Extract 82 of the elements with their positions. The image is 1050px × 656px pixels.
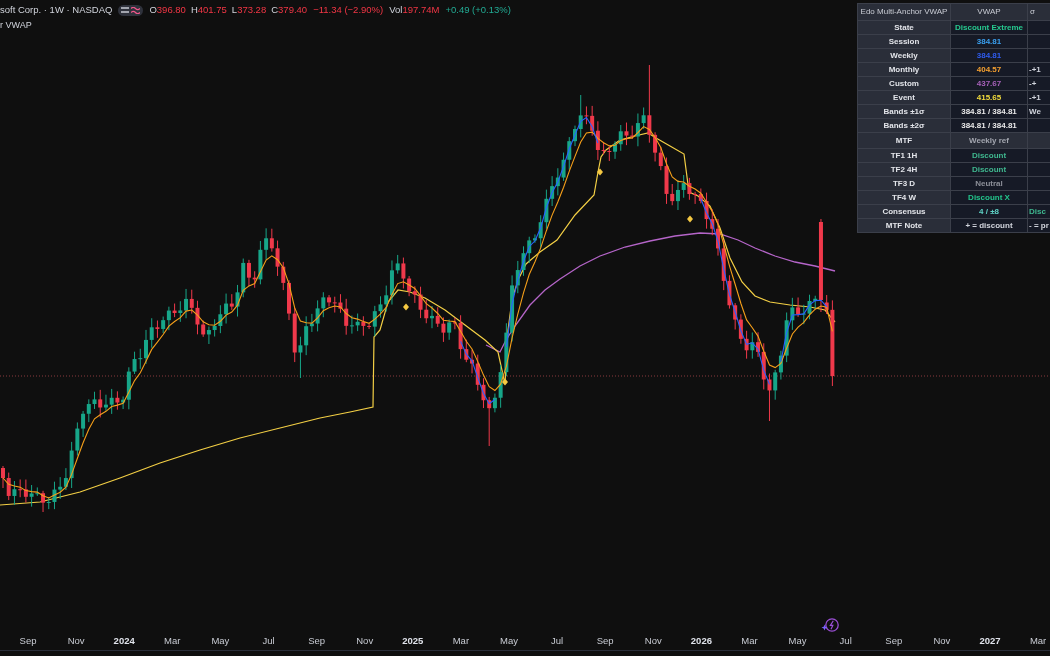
ohlc-label: C (271, 4, 279, 16)
axis-label: Jul (551, 635, 564, 647)
table-cell: 415.65 (951, 91, 1027, 104)
indicator-name[interactable]: r VWAP (0, 19, 32, 31)
volume-change: +0.49 (+0.13%) (445, 4, 511, 16)
symbol-title[interactable]: soft Corp. · 1W · NASDAQ (0, 4, 113, 16)
table-cell: Disc (1028, 205, 1050, 218)
table-cell: + = discount (951, 219, 1027, 232)
diamond-marker-icon (403, 303, 409, 311)
volume-value: 197.74M (402, 4, 440, 16)
table-cell: Discount (951, 149, 1027, 162)
table-cell: -+1 (1028, 91, 1050, 104)
table-cell: 404.57 (951, 63, 1027, 76)
column-header: Edo Multi-Anchor VWAP (858, 4, 950, 20)
table-cell: - = pr (1028, 219, 1050, 232)
status-pill[interactable] (118, 4, 144, 16)
axis-label: Sep (19, 635, 37, 647)
row-header: Consensus (858, 205, 950, 218)
row-header: Weekly (858, 49, 950, 62)
axis-label: Nov (67, 635, 85, 647)
table-cell: -+1 (1028, 63, 1050, 76)
price-change: −11.34 (−2.90%) (313, 4, 384, 16)
ohlc-value: 379.40 (278, 4, 308, 16)
row-header: TF2 4H (858, 163, 950, 176)
axis-label: Mar (164, 635, 181, 647)
axis-label: May (500, 635, 518, 647)
axis-label: Nov (933, 635, 951, 647)
table-cell: We (1028, 105, 1050, 118)
table-cell: -+ (1028, 77, 1050, 90)
row-header: TF4 W (858, 191, 950, 204)
table-cell: 384.81 / 384.81 (951, 105, 1027, 118)
table-cell: 384.81 (951, 35, 1027, 48)
table-cell: Weekly ref (951, 133, 1027, 148)
ohlc-value: 401.75 (197, 4, 227, 16)
row-header: Bands ±1σ (858, 105, 950, 118)
ohlc-label: O (149, 4, 157, 16)
axis-label: 2027 (979, 635, 1001, 647)
axis-label: Sep (308, 635, 326, 647)
equals-icon (121, 7, 130, 13)
axis-label: May (211, 635, 230, 647)
lightning-icon[interactable] (821, 617, 839, 633)
ohlc-label: L (231, 4, 238, 16)
table-cell: Discount X (951, 191, 1027, 204)
column-header: σ (1028, 4, 1050, 20)
table-cell: 4 / ±8 (951, 205, 1027, 218)
ohlc-value: 373.28 (237, 4, 267, 16)
table-cell: Discount Extreme (951, 21, 1027, 34)
approx-icon (131, 6, 141, 14)
table-cell: 437.67 (951, 77, 1027, 90)
row-header: TF1 1H (858, 149, 950, 162)
column-header: VWAP (951, 4, 1027, 20)
axis-label: 2026 (690, 635, 712, 647)
axis-label: May (788, 635, 807, 647)
axis-label: Jul (839, 635, 852, 647)
axis-label: Mar (741, 635, 758, 647)
table-cell: Neutral (951, 177, 1027, 190)
table-cell: 384.81 / 384.81 (951, 119, 1027, 132)
row-header: Event (858, 91, 950, 104)
axis-label: Nov (644, 635, 662, 647)
row-header: MTF Note (858, 219, 950, 232)
axis-label: Jul (262, 635, 275, 647)
axis-label: 2025 (402, 635, 424, 647)
axis-label: Mar (452, 635, 470, 647)
diamond-marker-icon (597, 168, 603, 176)
row-header: Monthly (858, 63, 950, 76)
axis-label: Sep (885, 635, 903, 647)
axis-label: 2024 (113, 635, 135, 647)
row-header: Bands ±2σ (858, 119, 950, 132)
table-cell: Discount (951, 163, 1027, 176)
ohlc-value: 396.80 (156, 4, 186, 16)
axis-label: Nov (356, 635, 374, 647)
row-header: Session (858, 35, 950, 48)
axis-label: Sep (596, 635, 614, 647)
row-header: Custom (858, 77, 950, 90)
axis-label: Mar (1029, 635, 1047, 647)
row-header: TF3 D (858, 177, 950, 190)
row-header: State (858, 21, 950, 34)
ohlc-label: H (190, 4, 198, 16)
table-cell: 384.81 (951, 49, 1027, 62)
row-header: MTF (858, 133, 950, 148)
diamond-marker-icon (687, 215, 693, 223)
volume-label: Vol (389, 4, 403, 16)
